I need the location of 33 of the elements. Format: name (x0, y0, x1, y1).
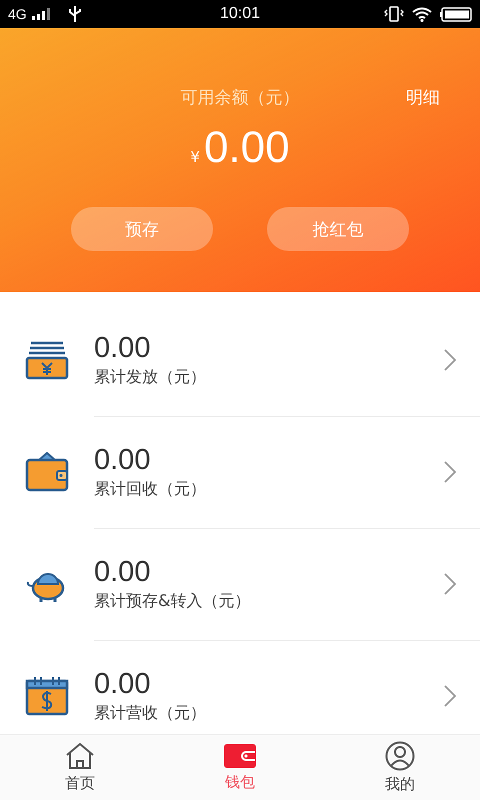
deposit-button[interactable]: 预存 (71, 207, 213, 251)
tab[interactable]: 首页 (0, 735, 160, 800)
wifi-icon (412, 6, 432, 22)
stat-value: 0.00 (94, 556, 150, 588)
banknote-icon (25, 340, 69, 380)
usb-icon (68, 6, 81, 22)
user-icon (385, 741, 415, 771)
stat-label: 累计预存&转入（元） (94, 590, 250, 612)
currency-symbol: ¥ (190, 148, 200, 166)
stat-value: 0.00 (94, 332, 150, 364)
chevron-right-icon[interactable] (444, 349, 456, 371)
balance-amount: 0.00 (204, 123, 290, 173)
gift-envelope-button[interactable]: 抢红包 (267, 207, 409, 251)
battery-icon (440, 6, 472, 22)
chevron-right-icon[interactable] (444, 573, 456, 595)
stat-value: 0.00 (94, 668, 150, 701)
stat-label: 累计发放（元） (94, 366, 206, 388)
wallet-icon (25, 452, 69, 492)
chevron-right-icon[interactable] (444, 461, 456, 483)
chevron-right-icon[interactable] (444, 685, 456, 707)
calendar-dollar-icon (25, 676, 69, 716)
details-link[interactable]: 明细 (406, 86, 440, 109)
stat-value: 0.00 (94, 444, 150, 476)
wallet-icon (224, 743, 256, 769)
stat-label: 累计营收（元） (94, 703, 206, 724)
home-icon (65, 742, 95, 770)
tab[interactable]: 我的 (320, 735, 480, 800)
tab[interactable]: 钱包 (160, 735, 320, 800)
clock: 10:01 (220, 5, 260, 22)
vibrate-icon (384, 6, 404, 22)
stat-label: 累计回收（元） (94, 478, 206, 500)
balance-label: 可用余额（元） (180, 87, 300, 109)
network-type: 4G (8, 6, 27, 22)
